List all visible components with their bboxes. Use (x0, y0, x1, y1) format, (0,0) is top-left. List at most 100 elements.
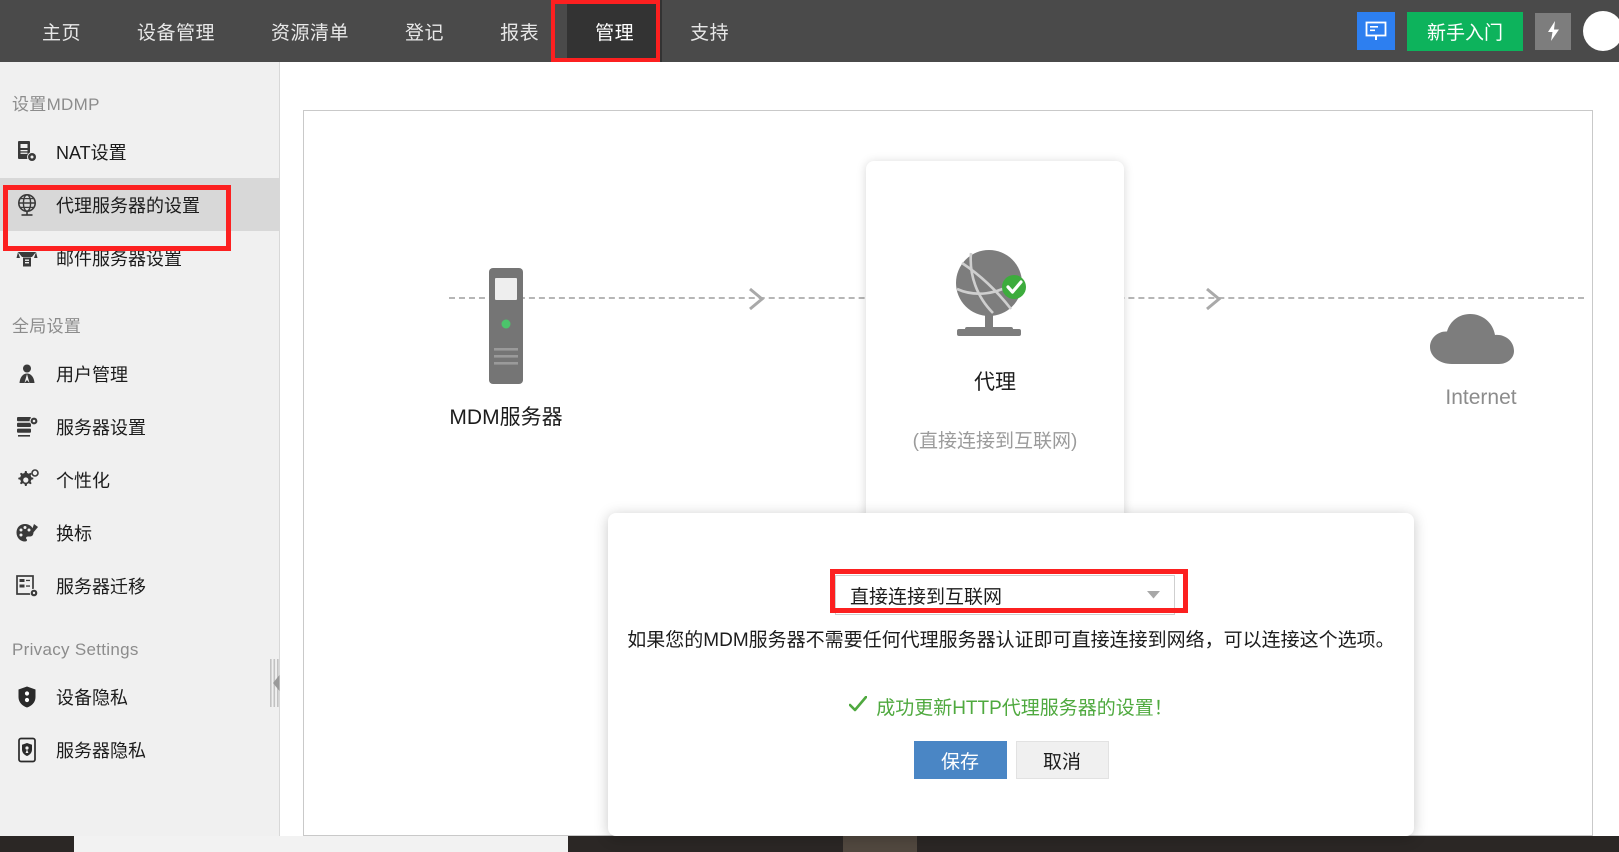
sidebar-item-label: 代理服务器的设置 (56, 195, 200, 216)
dialog-button-row: 保存 取消 (608, 741, 1414, 779)
settings-sidebar: 设置MDMP NAT设置 代理服务器的设置 邮件服务器设置 全局设置 用户管理 … (0, 62, 280, 836)
nav-item-device-management[interactable]: 设备管理 (109, 0, 243, 62)
nav-item-home[interactable]: 主页 (14, 0, 109, 62)
nav-item-label: 支持 (690, 22, 730, 44)
proxy-sublabel: (直接连接到互联网) (912, 431, 1078, 452)
cloud-icon (1430, 314, 1514, 364)
sidebar-item-mail-server-settings[interactable]: 邮件服务器设置 (0, 231, 279, 284)
gear-personalize-icon (12, 468, 42, 492)
proxy-node-content: 代理 (直接连接到互联网) (866, 241, 1124, 453)
sidebar-item-user-management[interactable]: 用户管理 (0, 347, 279, 400)
success-message-row: 成功更新HTTP代理服务器的设置！ (608, 693, 1414, 720)
server-settings-icon (12, 415, 42, 439)
server-settings-glyph (16, 416, 38, 437)
phone-shield-icon (12, 737, 42, 763)
user-avatar[interactable] (1583, 11, 1619, 51)
sidebar-item-proxy-settings[interactable]: 代理服务器的设置 (0, 178, 279, 231)
sidebar-item-label: 设备隐私 (56, 687, 128, 708)
sidebar-item-server-settings[interactable]: 服务器设置 (0, 400, 279, 453)
internet-node: Internet (1406, 306, 1556, 410)
main-nav-list: 主页 设备管理 资源清单 登记 报表 管理 支持 (14, 0, 757, 62)
proxy-label: 代理 (974, 371, 1016, 394)
globe-icon (12, 192, 42, 218)
sidebar-item-label: 服务器隐私 (56, 740, 146, 761)
sidebar-item-personalization[interactable]: 个性化 (0, 453, 279, 506)
phone-shield-glyph (18, 737, 36, 762)
users-icon (12, 363, 42, 385)
globe-glyph (18, 193, 36, 216)
onboarding-button[interactable]: 新手入门 (1406, 11, 1523, 51)
nav-item-label: 主页 (42, 22, 82, 44)
palette-brush-glyph (16, 523, 38, 541)
server-gear-icon (12, 140, 42, 164)
top-navigation-bar: 主页 设备管理 资源清单 登记 报表 管理 支持 新手入门 (0, 0, 1619, 62)
sidebar-item-server-privacy[interactable]: 服务器隐私 (0, 723, 279, 776)
proxy-node-card: 代理 (直接连接到互联网) (866, 161, 1124, 561)
chevron-down-glyph (1147, 591, 1160, 599)
sidebar-item-rebranding[interactable]: 换标 (0, 506, 279, 559)
horizontal-scrollbar[interactable] (0, 836, 1619, 852)
save-button[interactable]: 保存 (913, 741, 1007, 779)
nav-item-support[interactable]: 支持 (662, 0, 757, 62)
cancel-button[interactable]: 取消 (1015, 741, 1109, 779)
proxy-type-hint: 如果您的MDM服务器不需要任何代理服务器认证即可直接连接到网络，可以连接这个选项… (627, 630, 1395, 651)
nav-item-label: 报表 (500, 22, 540, 44)
lightning-bolt-icon[interactable] (1535, 12, 1571, 50)
check-mark-glyph (848, 695, 868, 712)
sidebar-item-label: NAT设置 (56, 142, 127, 163)
sidebar-item-label: 换标 (56, 523, 92, 544)
users-glyph (19, 364, 35, 383)
sidebar-item-server-migration[interactable]: 服务器迁移 (0, 559, 279, 612)
sidebar-item-label: 用户管理 (56, 364, 128, 385)
nav-item-enrollment[interactable]: 登记 (377, 0, 472, 62)
mdm-server-node: MDM服务器 (431, 266, 581, 431)
nav-item-inventory[interactable]: 资源清单 (243, 0, 377, 62)
nav-item-reports[interactable]: 报表 (472, 0, 567, 62)
presentation-screen-glyph (1365, 21, 1387, 40)
gear-personalize-glyph (17, 468, 39, 486)
sidebar-item-device-privacy[interactable]: 设备隐私 (0, 670, 279, 723)
proxy-globe-icon (956, 250, 1026, 336)
sidebar-section-title-global: 全局设置 (12, 317, 82, 336)
sidebar-item-nat-settings[interactable]: NAT设置 (0, 125, 279, 178)
nav-item-label: 管理 (595, 22, 635, 44)
horizontal-scrollbar-thumb[interactable] (74, 836, 568, 852)
flow-arrow-icon (749, 287, 765, 311)
check-mark-green-icon (848, 695, 868, 717)
palette-brush-icon (12, 522, 42, 544)
success-message-text: 成功更新HTTP代理服务器的设置！ (876, 698, 1173, 719)
mail-server-icon (12, 246, 42, 270)
collapse-sidebar-handle[interactable] (268, 655, 282, 711)
sidebar-item-label: 个性化 (56, 470, 110, 491)
lightning-bolt-glyph (1547, 21, 1559, 41)
proxy-config-dialog: 直接连接到互联网 如果您的MDM服务器不需要任何代理服务器认证即可直接连接到网络… (608, 513, 1414, 836)
top-right-actions: 新手入门 (1356, 0, 1619, 62)
mdm-server-icon (489, 268, 523, 384)
nav-item-label: 登记 (405, 22, 445, 44)
sidebar-section-title-mdmp: 设置MDMP (12, 95, 100, 114)
proxy-type-select[interactable]: 直接连接到互联网 (835, 575, 1175, 615)
server-migrate-icon (12, 574, 42, 598)
sidebar-item-label: 服务器迁移 (56, 576, 146, 597)
proxy-type-select-value: 直接连接到互联网 (850, 586, 1003, 608)
nav-item-admin[interactable]: 管理 (567, 0, 663, 62)
sidebar-section-title-privacy: Privacy Settings (12, 640, 139, 659)
sidebar-item-label: 邮件服务器设置 (56, 248, 182, 269)
nav-item-label: 资源清单 (271, 22, 350, 44)
internet-label: Internet (1445, 386, 1517, 409)
mail-server-glyph (16, 251, 38, 266)
chevron-down-icon (1147, 586, 1160, 604)
presentation-screen-icon[interactable] (1356, 12, 1395, 50)
nav-item-label: 设备管理 (137, 22, 216, 44)
sidebar-item-label: 服务器设置 (56, 417, 146, 438)
shield-device-glyph (18, 686, 36, 707)
shield-device-icon (12, 685, 42, 709)
collapse-chevron-icon (270, 659, 280, 707)
flow-arrow-icon (1206, 287, 1222, 311)
horizontal-scrollbar-segment (843, 836, 917, 852)
server-gear-glyph (18, 140, 37, 162)
check-circle-green (1002, 275, 1026, 299)
mdm-server-label: MDM服务器 (449, 406, 563, 429)
server-migrate-glyph (16, 574, 39, 597)
